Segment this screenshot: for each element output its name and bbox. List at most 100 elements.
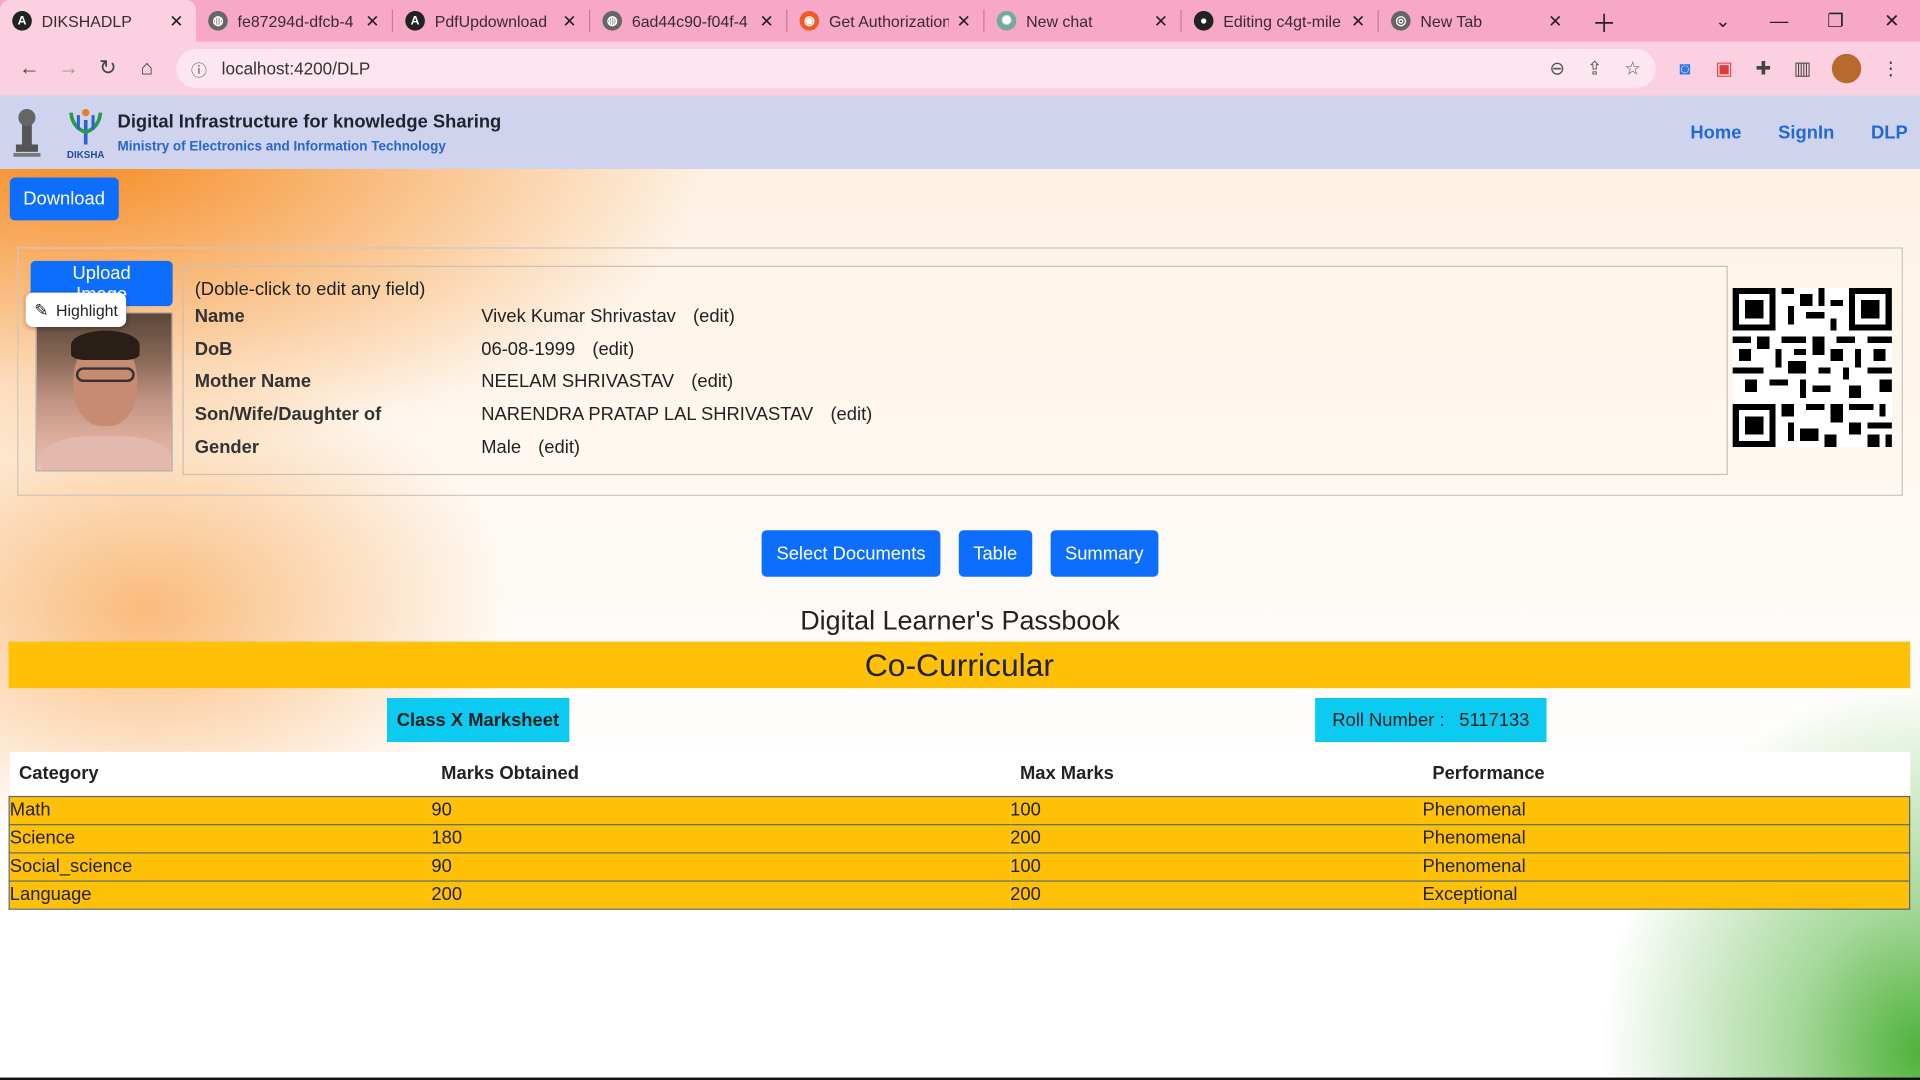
- field-value[interactable]: Male: [481, 437, 521, 464]
- edit-link[interactable]: (edit): [691, 371, 733, 398]
- field-value[interactable]: NARENDRA PRATAP LAL SHRIVASTAV: [481, 404, 813, 431]
- field-value[interactable]: NEELAM SHRIVASTAV: [481, 371, 674, 398]
- window-controls: ⌄ — ❐ ✕: [1695, 0, 1920, 42]
- field-row-name[interactable]: Name Vivek Kumar Shrivastav (edit): [195, 306, 735, 333]
- table-cell: Phenomenal: [1422, 795, 1911, 825]
- action-buttons: Select Documents Table Summary: [0, 530, 1920, 577]
- column-header: Max Marks: [1010, 751, 1423, 796]
- marks-table: Category Marks Obtained Max Marks Perfor…: [8, 751, 1911, 910]
- postman-icon: ◉: [799, 11, 820, 31]
- close-icon[interactable]: ✕: [957, 10, 971, 31]
- national-emblem-icon: [10, 100, 44, 164]
- globe-icon: ◍: [602, 11, 623, 31]
- close-icon[interactable]: ✕: [562, 10, 576, 31]
- close-icon[interactable]: ✕: [1154, 10, 1168, 31]
- bookmark-star-icon[interactable]: ☆: [1624, 58, 1640, 80]
- roll-number-badge: Roll Number : 5117133: [1315, 697, 1547, 743]
- back-icon[interactable]: ←: [10, 56, 49, 80]
- extension-lens-icon[interactable]: ◙: [1665, 58, 1704, 79]
- edit-link[interactable]: (edit): [592, 339, 634, 366]
- tab-label: New chat: [1026, 11, 1093, 31]
- roll-value: 5117133: [1459, 709, 1530, 731]
- browser-tab-4[interactable]: ◉ Get Authorization ✕: [787, 0, 983, 42]
- nav-dlp[interactable]: DLP: [1871, 122, 1908, 143]
- minimize-icon[interactable]: —: [1751, 10, 1807, 31]
- table-cell: Language: [8, 879, 432, 910]
- chrome-icon: ◎: [1391, 11, 1411, 31]
- table-cell: Social_science: [8, 851, 432, 882]
- table-cell: 200: [1010, 879, 1423, 910]
- page-content: DIKSHA Digital Infrastructure for knowle…: [0, 95, 1920, 1080]
- site-subtitle: Ministry of Electronics and Information …: [117, 138, 446, 154]
- browser-tab-1[interactable]: ◍ fe87294d-dfcb-4 ✕: [196, 0, 392, 42]
- address-bar[interactable]: ⓘ localhost:4200/DLP ⊖ ⇪ ☆: [176, 48, 1656, 89]
- table-cell: Phenomenal: [1422, 851, 1911, 882]
- logo-text: DIKSHA: [66, 148, 105, 160]
- window-close-icon[interactable]: ✕: [1864, 10, 1920, 32]
- restore-icon[interactable]: ❐: [1807, 10, 1863, 32]
- home-icon[interactable]: ⌂: [127, 56, 166, 80]
- browser-tab-2[interactable]: A PdfUpdownload ✕: [393, 0, 589, 42]
- section-title: Co-Curricular: [8, 641, 1911, 689]
- reload-icon[interactable]: ↻: [88, 56, 127, 80]
- angular-icon: A: [405, 11, 425, 31]
- url-text: localhost:4200/DLP: [221, 58, 371, 79]
- select-documents-button[interactable]: Select Documents: [761, 530, 941, 577]
- diksha-logo: DIKSHA: [61, 105, 110, 160]
- extension-record-icon[interactable]: ▣: [1705, 58, 1744, 80]
- highlight-label: Highlight: [56, 300, 118, 319]
- browser-tab-3[interactable]: ◍ 6ad44c90-f04f-4 ✕: [590, 0, 786, 42]
- browser-tab-5[interactable]: ✺ New chat ✕: [984, 0, 1180, 42]
- tab-search-icon[interactable]: ⌄: [1695, 10, 1751, 32]
- table-row: Science 180 200 Phenomenal: [8, 823, 1911, 853]
- table-cell: Phenomenal: [1422, 823, 1911, 853]
- browser-tab-6[interactable]: ● Editing c4gt-mile ✕: [1182, 0, 1378, 42]
- tab-label: Get Authorization: [828, 11, 950, 31]
- field-value[interactable]: Vivek Kumar Shrivastav: [481, 306, 676, 333]
- share-icon[interactable]: ⇪: [1587, 58, 1602, 80]
- tab-label: PdfUpdownload: [434, 11, 548, 31]
- browser-tab-7[interactable]: ◎ New Tab ✕: [1379, 0, 1575, 42]
- angular-icon: A: [12, 11, 32, 31]
- highlight-button[interactable]: ✎ Highlight: [25, 292, 127, 327]
- table-header-row: Category Marks Obtained Max Marks Perfor…: [9, 751, 1910, 796]
- forward-icon[interactable]: →: [49, 56, 88, 80]
- nav-home[interactable]: Home: [1690, 122, 1741, 143]
- profile-avatar[interactable]: [1831, 53, 1862, 84]
- table-button[interactable]: Table: [958, 530, 1032, 577]
- column-header: Category: [9, 751, 432, 796]
- field-label: DoB: [194, 339, 233, 361]
- field-value[interactable]: 06-08-1999: [481, 339, 575, 366]
- edit-link[interactable]: (edit): [693, 306, 735, 333]
- table-cell: 180: [431, 823, 1011, 853]
- close-icon[interactable]: ✕: [169, 10, 183, 31]
- field-row-mother-name[interactable]: Mother Name NEELAM SHRIVASTAV (edit): [195, 371, 733, 398]
- edit-link[interactable]: (edit): [538, 437, 580, 464]
- new-tab-icon[interactable]: ＋: [1592, 3, 1616, 39]
- edit-link[interactable]: (edit): [830, 404, 872, 431]
- close-icon[interactable]: ✕: [1351, 10, 1365, 31]
- chatgpt-icon: ✺: [996, 11, 1017, 31]
- table-cell: Science: [8, 823, 432, 853]
- diksha-logo-icon: [69, 108, 103, 144]
- side-panel-icon[interactable]: ▥: [1783, 58, 1822, 80]
- nav-signin[interactable]: SignIn: [1778, 122, 1834, 143]
- extensions-puzzle-icon[interactable]: ✚: [1744, 58, 1783, 80]
- profile-panel: Upload Image ✎ Highlight (Doble-click to…: [17, 247, 1903, 496]
- browser-tab-0[interactable]: A DIKSHADLP ✕: [0, 0, 196, 42]
- marksheet-badge: Class X Marksheet: [386, 697, 569, 743]
- field-row-gender[interactable]: Gender Male (edit): [195, 437, 580, 464]
- summary-button[interactable]: Summary: [1050, 530, 1159, 577]
- table-row: Math 90 100 Phenomenal: [8, 795, 1911, 825]
- zoom-icon[interactable]: ⊖: [1549, 58, 1564, 80]
- site-info-icon[interactable]: ⓘ: [191, 57, 207, 80]
- close-icon[interactable]: ✕: [760, 10, 774, 31]
- field-row-dob[interactable]: DoB 06-08-1999 (edit): [195, 339, 634, 366]
- table-cell: Exceptional: [1422, 879, 1911, 910]
- download-button[interactable]: Download: [9, 177, 119, 221]
- browser-menu-icon[interactable]: ⋮: [1871, 58, 1910, 80]
- field-label: Mother Name: [194, 371, 312, 392]
- field-row-parent[interactable]: Son/Wife/Daughter of NARENDRA PRATAP LAL…: [195, 404, 873, 431]
- close-icon[interactable]: ✕: [1548, 10, 1562, 31]
- close-icon[interactable]: ✕: [365, 10, 379, 31]
